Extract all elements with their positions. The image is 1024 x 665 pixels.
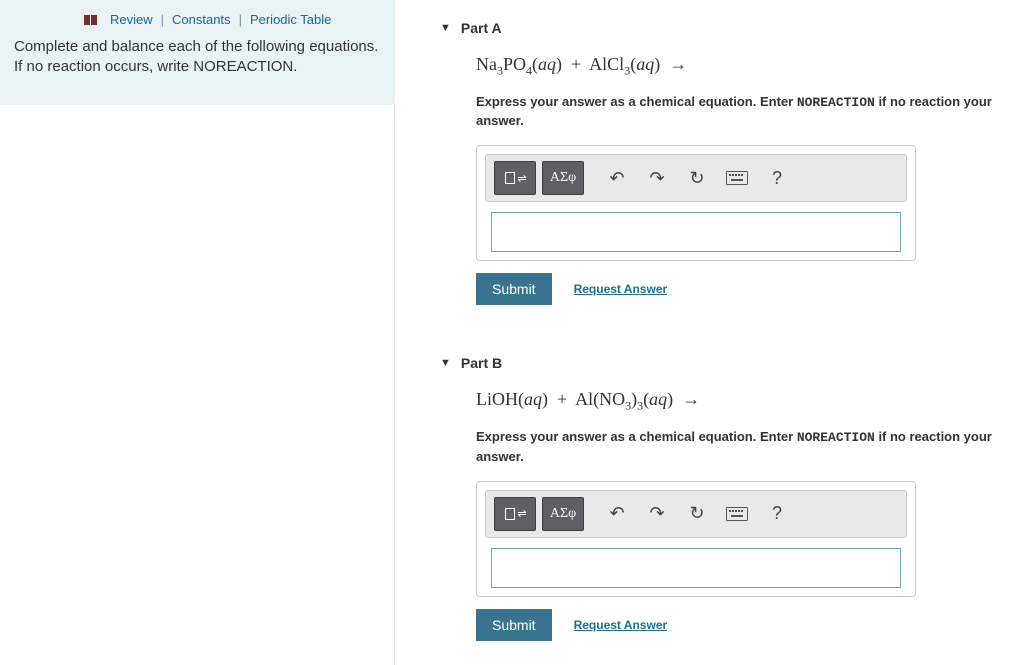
help-button[interactable]: ?	[760, 497, 794, 531]
content-area: ▼ Part A Na3PO4(aq) + AlCl3(aq) → Expres…	[395, 0, 1024, 665]
part-a-submit-button[interactable]: Submit	[476, 273, 552, 305]
part-b-instruction: Express your answer as a chemical equati…	[476, 428, 1024, 467]
sidebar: Review | Constants | Periodic Table Comp…	[0, 0, 395, 105]
reset-button[interactable]: ↻	[680, 497, 714, 531]
keyboard-button[interactable]	[720, 497, 754, 531]
part-a-title: Part A	[461, 20, 502, 36]
book-icon	[84, 14, 98, 26]
collapse-icon: ▼	[440, 22, 451, 34]
part-a-request-answer-link[interactable]: Request Answer	[574, 282, 668, 296]
part-b: ▼ Part B LiOH(aq) + Al(NO3)3(aq) → Expre…	[440, 335, 1024, 640]
symbols-button[interactable]: ΑΣφ	[542, 161, 584, 195]
part-b-title: Part B	[461, 355, 502, 371]
instr-mono: NOREACTION	[797, 430, 875, 445]
periodic-table-link[interactable]: Periodic Table	[250, 12, 331, 27]
redo-button[interactable]: ↷	[640, 497, 674, 531]
part-b-header[interactable]: ▼ Part B	[440, 355, 1024, 371]
part-a-instruction: Express your answer as a chemical equati…	[476, 93, 1024, 132]
instr-mono: NOREACTION	[797, 95, 875, 110]
part-b-answer-input[interactable]	[491, 548, 901, 588]
sidebar-links: Review | Constants | Periodic Table	[14, 12, 381, 27]
undo-button[interactable]: ↶	[600, 497, 634, 531]
instr-prefix: Express your answer as a chemical equati…	[476, 429, 797, 444]
part-a: ▼ Part A Na3PO4(aq) + AlCl3(aq) → Expres…	[440, 0, 1024, 305]
template-button[interactable]: ⇌	[494, 161, 536, 195]
equation-toolbar: ⇌ ΑΣφ ↶ ↷ ↻ ?	[485, 490, 907, 538]
instr-prefix: Express your answer as a chemical equati…	[476, 94, 797, 109]
part-a-answer-box: ⇌ ΑΣφ ↶ ↷ ↻ ?	[476, 145, 916, 261]
part-b-answer-box: ⇌ ΑΣφ ↶ ↷ ↻ ?	[476, 481, 916, 597]
review-link[interactable]: Review	[110, 12, 153, 27]
part-b-request-answer-link[interactable]: Request Answer	[574, 618, 668, 632]
separator: |	[239, 12, 242, 27]
redo-button[interactable]: ↷	[640, 161, 674, 195]
part-b-submit-button[interactable]: Submit	[476, 609, 552, 641]
problem-instructions: Complete and balance each of the followi…	[14, 37, 381, 78]
part-a-answer-input[interactable]	[491, 212, 901, 252]
help-button[interactable]: ?	[760, 161, 794, 195]
undo-button[interactable]: ↶	[600, 161, 634, 195]
symbols-button[interactable]: ΑΣφ	[542, 497, 584, 531]
reset-button[interactable]: ↻	[680, 161, 714, 195]
part-a-header[interactable]: ▼ Part A	[440, 20, 1024, 36]
constants-link[interactable]: Constants	[172, 12, 231, 27]
keyboard-button[interactable]	[720, 161, 754, 195]
collapse-icon: ▼	[440, 357, 451, 369]
template-button[interactable]: ⇌	[494, 497, 536, 531]
part-b-equation: LiOH(aq) + Al(NO3)3(aq) →	[476, 389, 1024, 414]
separator: |	[161, 12, 164, 27]
equation-toolbar: ⇌ ΑΣφ ↶ ↷ ↻ ?	[485, 154, 907, 202]
part-a-equation: Na3PO4(aq) + AlCl3(aq) →	[476, 54, 1024, 79]
